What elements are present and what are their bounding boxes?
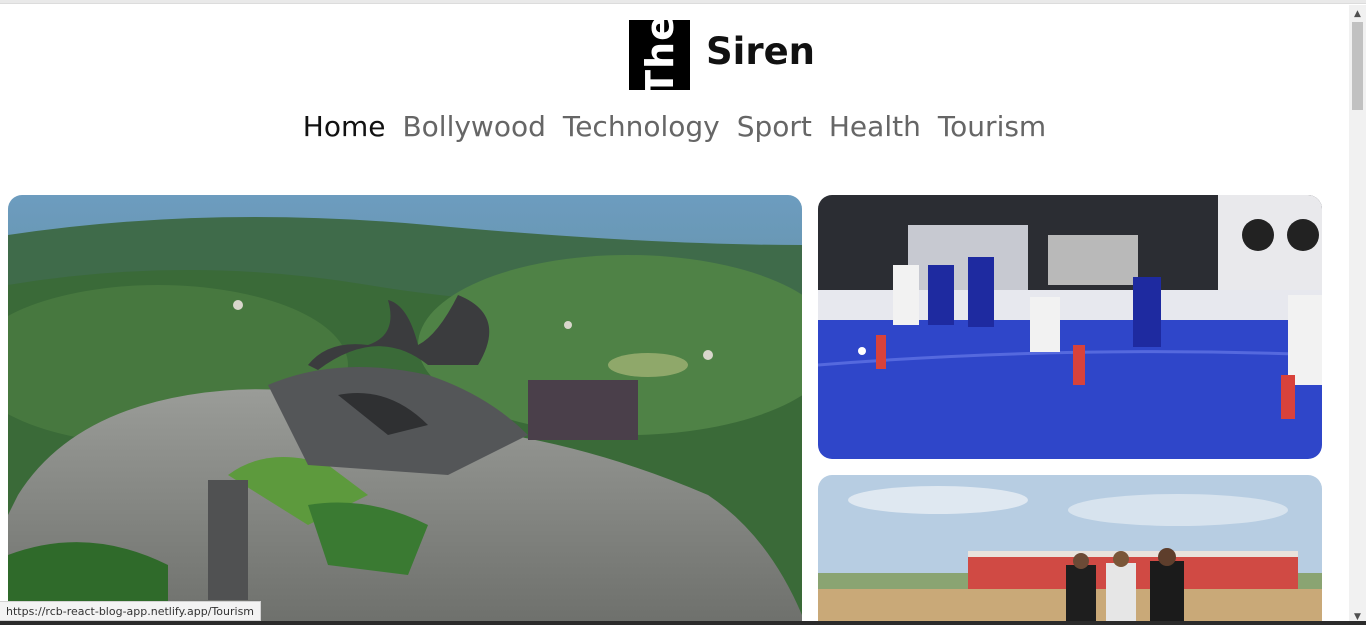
nav-item-health[interactable]: Health	[829, 113, 921, 141]
bottom-strip	[0, 621, 1366, 625]
scrollbar-thumb[interactable]	[1352, 22, 1363, 110]
scroll-up-arrow-icon[interactable]: ▲	[1349, 5, 1366, 22]
nav-item-tourism[interactable]: Tourism	[938, 113, 1046, 141]
field-hockey-image	[818, 195, 1322, 459]
featured-article-main[interactable]	[8, 195, 802, 625]
nav-item-home[interactable]: Home	[303, 113, 386, 141]
page-content: The Siren Home Bollywood Technology Spor…	[0, 5, 1349, 625]
vertical-scrollbar[interactable]: ▲ ▼	[1349, 5, 1366, 625]
outdoor-event-image	[818, 475, 1322, 625]
site-title[interactable]: Siren	[706, 33, 815, 70]
nav-item-technology[interactable]: Technology	[563, 113, 720, 141]
nav-item-sport[interactable]: Sport	[737, 113, 812, 141]
logo-text: The	[637, 20, 682, 90]
main-nav: Home Bollywood Technology Sport Health T…	[0, 113, 1349, 141]
status-bar-url: https://rcb-react-blog-app.netlify.app/T…	[0, 601, 262, 621]
featured-article-sport[interactable]	[818, 195, 1322, 459]
featured-article-event[interactable]	[818, 475, 1322, 625]
site-logo[interactable]: The	[629, 20, 690, 90]
nav-item-bollywood[interactable]: Bollywood	[402, 113, 545, 141]
eagle-sculpture-image	[8, 195, 802, 625]
browser-top-border	[0, 0, 1366, 4]
